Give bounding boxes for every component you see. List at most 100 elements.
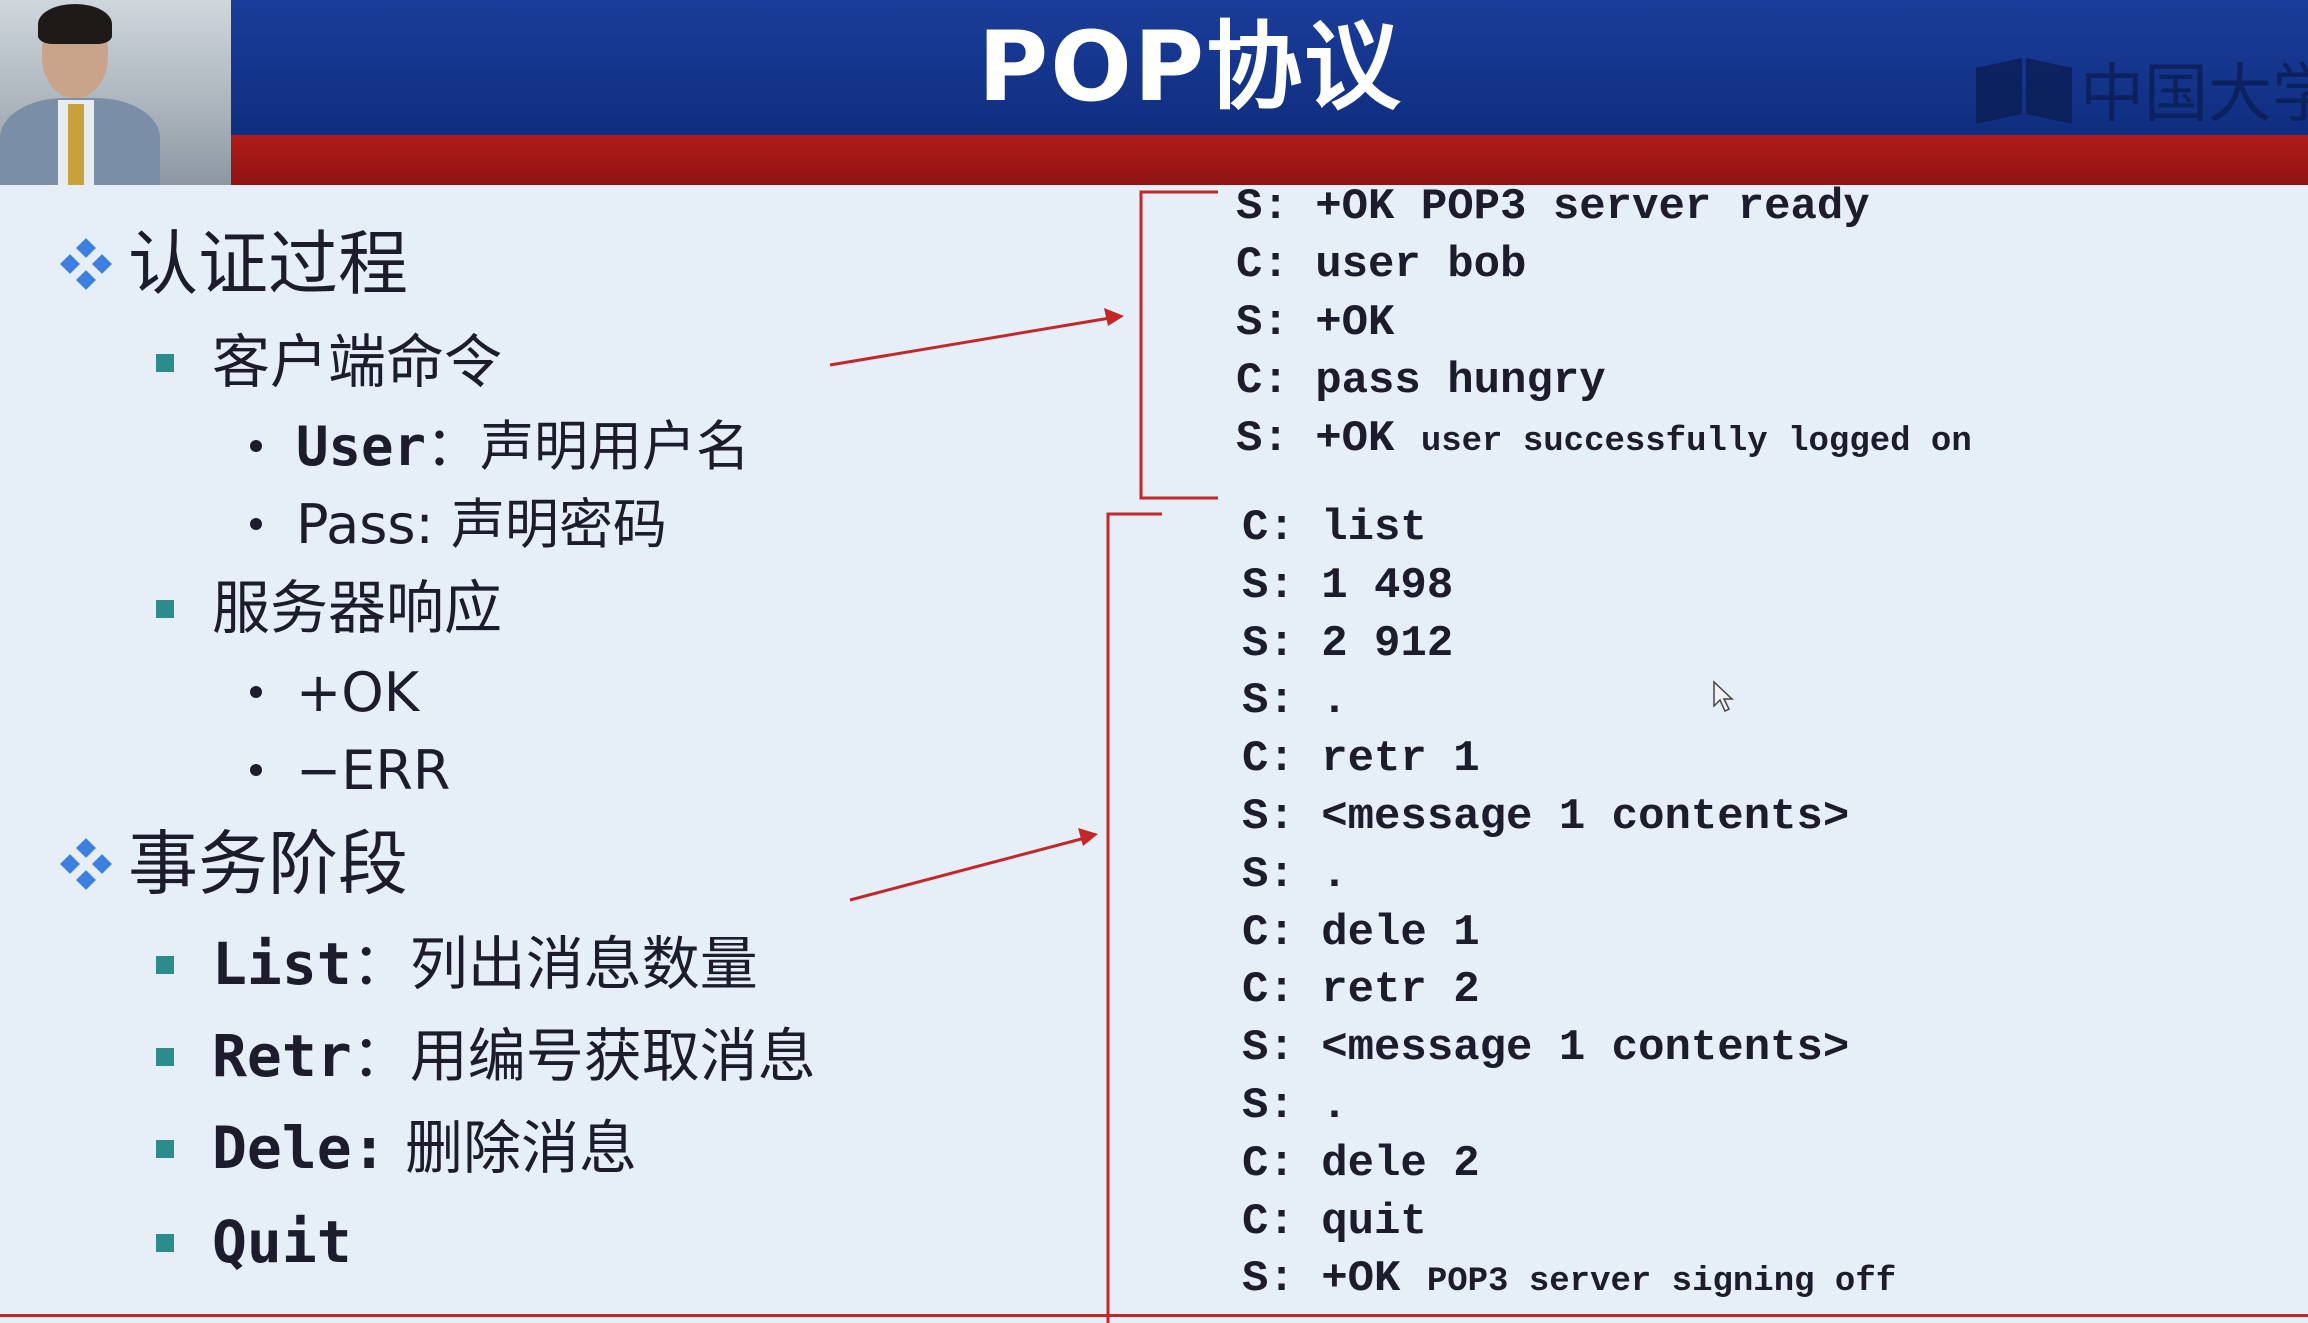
pass-command-desc: 声明密码 (450, 493, 667, 556)
message-text: +OK (1321, 1254, 1427, 1305)
speaker-label: S: (1236, 414, 1289, 464)
transaction-line: S: . (1242, 676, 1348, 726)
message-text: retr 2 (1321, 965, 1480, 1016)
auth-line: C: pass hungry (1236, 356, 1606, 406)
diamond-bullet-icon (60, 238, 112, 290)
transaction-line: S: 2 912 (1242, 619, 1453, 669)
message-text: pass hungry (1315, 356, 1606, 406)
message-text: 2 912 (1321, 618, 1454, 669)
transaction-line: C: list (1242, 503, 1427, 553)
pass-command-item: Pass: 声明密码 (296, 492, 667, 558)
transaction-line: C: dele 2 (1242, 1139, 1480, 1189)
dele-command-desc: 删除消息 (405, 1114, 638, 1182)
transaction-line: S: <message 1 contents> (1242, 792, 1849, 842)
dele-command-item: Dele: 删除消息 (212, 1112, 637, 1184)
speaker-label: S: (1236, 182, 1289, 232)
square-bullet-icon (156, 1140, 174, 1158)
speaker-label: S: (1242, 560, 1295, 611)
server-responses-label: 服务器响应 (212, 574, 503, 642)
transaction-line: C: dele 1 (1242, 908, 1480, 958)
message-text-small: POP3 server signing off (1426, 1263, 1897, 1302)
message-text-small: user successfully logged on (1420, 423, 1972, 461)
message-text: <message 1 contents> (1321, 1023, 1850, 1074)
list-command-desc: 列出消息数量 (409, 930, 758, 998)
book-logo-icon (1976, 58, 2072, 124)
retr-command-sep: ： (351, 1022, 410, 1090)
list-command-item: List：列出消息数量 (212, 928, 758, 1000)
speaker-label: S: (1242, 618, 1295, 669)
auth-line: S: +OK POP3 server ready (1236, 182, 1870, 232)
speaker-label: S: (1242, 849, 1295, 900)
transaction-line: C: retr 1 (1242, 734, 1480, 784)
diamond-bullet-icon (60, 838, 112, 890)
transaction-arrowhead (1078, 828, 1098, 846)
speaker-label: C: (1236, 240, 1289, 290)
auth-arrowhead (1104, 308, 1124, 326)
auth-bracket (1139, 190, 1218, 500)
message-text: 1 498 (1321, 560, 1454, 611)
auth-heading: 认证过程 (128, 223, 408, 305)
message-text: retr 1 (1321, 734, 1480, 785)
auth-line: S: +OK (1236, 298, 1394, 348)
retr-command: Retr (212, 1022, 352, 1090)
university-logo: 中国大学 (1970, 50, 2308, 140)
speaker-label: C: (1242, 734, 1295, 785)
speaker-label: S: (1236, 298, 1289, 348)
pass-command-sep (434, 493, 451, 556)
user-command-desc: 声明用户名 (480, 415, 751, 478)
user-command: User (296, 415, 427, 478)
square-bullet-icon (156, 600, 174, 618)
square-bullet-icon (156, 1234, 174, 1252)
auth-line: C: user bob (1236, 240, 1526, 290)
transaction-line: S: <message 1 contents> (1242, 1023, 1849, 1073)
retr-command-desc: 用编号获取消息 (409, 1022, 816, 1090)
square-bullet-icon (156, 1048, 174, 1066)
speaker-label: S: (1242, 1254, 1295, 1305)
transaction-line: S: . (1242, 850, 1348, 900)
transaction-bracket (1106, 512, 1162, 1323)
speaker-label: S: (1242, 792, 1295, 842)
retr-command-item: Retr：用编号获取消息 (212, 1020, 816, 1092)
bottom-divider (0, 1314, 2308, 1317)
square-bullet-icon (156, 354, 174, 372)
speaker-label: C: (1242, 965, 1295, 1016)
transaction-line: S: 1 498 (1242, 561, 1453, 611)
message-text: <message 1 contents> (1321, 792, 1850, 842)
message-text: dele 1 (1321, 907, 1480, 958)
list-command-sep: ： (351, 930, 410, 998)
err-response: −ERR (296, 739, 451, 802)
message-text: dele 2 (1321, 1138, 1480, 1189)
speaker-label: C: (1236, 356, 1289, 406)
message-text: +OK (1315, 414, 1421, 464)
auth-line: S: +OK user successfully logged on (1236, 414, 1972, 467)
mouse-cursor-icon (1713, 680, 1734, 713)
message-text: user bob (1315, 240, 1527, 290)
speaker-label: C: (1242, 503, 1295, 553)
speaker-label: S: (1242, 1081, 1295, 1131)
quit-command: Quit (212, 1208, 352, 1276)
speaker-label: C: (1242, 1196, 1295, 1247)
dot-bullet-icon (250, 518, 262, 530)
transaction-line: C: retr 2 (1242, 965, 1480, 1015)
presenter-tie (68, 104, 84, 185)
user-command-sep: ： (426, 415, 481, 478)
auth-arrow (829, 316, 1111, 367)
header-red-band (0, 135, 2308, 185)
quit-command-item: Quit (212, 1206, 352, 1278)
square-bullet-icon (156, 956, 174, 974)
message-text: +OK POP3 server ready (1315, 182, 1870, 232)
message-text: quit (1321, 1196, 1427, 1247)
ok-response: +OK (296, 661, 420, 724)
transaction-line: S: . (1242, 1081, 1348, 1131)
speaker-label: C: (1242, 1138, 1295, 1189)
message-text: +OK (1315, 298, 1395, 348)
message-text: . (1321, 849, 1348, 900)
transaction-heading: 事务阶段 (128, 823, 408, 905)
speaker-label: S: (1242, 676, 1295, 727)
presenter-hair (38, 4, 112, 44)
pass-command: Pass: (296, 493, 434, 556)
slide-title: POP协议 (977, 11, 1403, 123)
user-command-item: User：声明用户名 (296, 414, 750, 480)
speaker-label: C: (1242, 907, 1295, 958)
dot-bullet-icon (250, 440, 262, 452)
